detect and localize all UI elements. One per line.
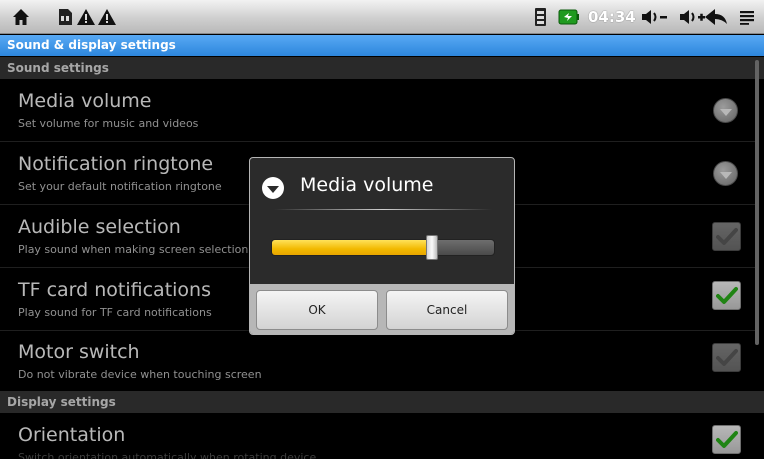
home-icon[interactable] (10, 5, 32, 29)
volume-slider-thumb[interactable] (426, 235, 439, 260)
cancel-button[interactable]: Cancel (386, 290, 508, 330)
menu-icon[interactable] (737, 5, 757, 29)
dialog-button-bar: OK Cancel (250, 284, 514, 334)
volume-down-icon[interactable] (640, 5, 670, 29)
battery-icon (557, 5, 581, 29)
volume-slider[interactable] (271, 239, 495, 256)
ok-button[interactable]: OK (256, 290, 378, 330)
sim-icon (532, 5, 548, 29)
back-icon[interactable] (703, 5, 729, 29)
media-volume-dialog: Media volume OK Cancel (249, 157, 515, 335)
screen-title: Sound & display settings (0, 35, 764, 56)
warning-icon (76, 5, 96, 29)
status-clock: 04:34 (588, 8, 636, 26)
dropdown-arrow-icon (262, 177, 284, 199)
divider (274, 209, 492, 210)
sd-card-icon (55, 5, 75, 29)
status-bar: 04:34 (0, 0, 764, 34)
warning-icon (97, 5, 117, 29)
volume-slider-fill (272, 240, 432, 255)
dialog-title: Media volume (300, 174, 434, 196)
